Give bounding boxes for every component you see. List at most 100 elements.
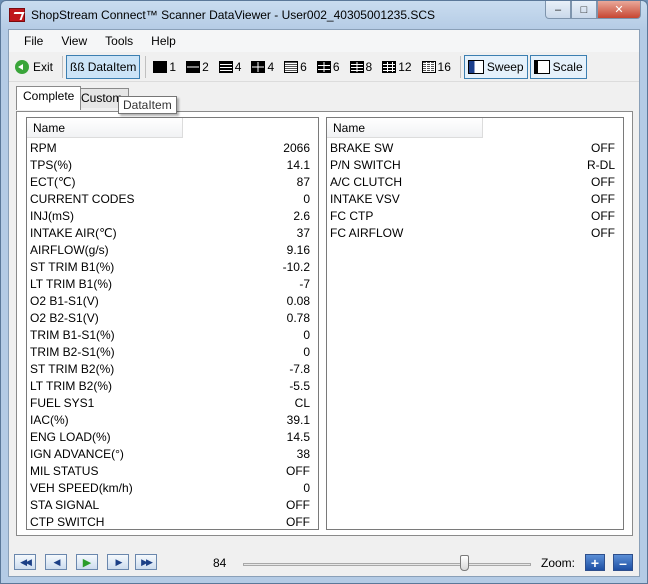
- tab-complete[interactable]: Complete: [16, 86, 82, 110]
- layout-6-grid-icon: [316, 60, 331, 73]
- data-row[interactable]: AIRFLOW(g/s) 9.16: [27, 242, 318, 259]
- maximize-button[interactable]: □: [571, 1, 597, 19]
- data-item-name: TPS(%): [30, 158, 72, 172]
- frame-slider-thumb[interactable]: [460, 555, 470, 571]
- sweep-label: Sweep: [486, 59, 524, 74]
- layout-4-grid-button[interactable]: 4: [247, 55, 278, 79]
- data-row[interactable]: P/N SWITCH R-DL: [327, 157, 623, 174]
- data-row[interactable]: TPS(%) 14.1: [27, 157, 318, 174]
- data-row[interactable]: IGN ADVANCE(°) 38: [27, 446, 318, 463]
- data-pane-left[interactable]: Name RPM 2066 TPS(%) 14.1 ECT(℃) 87 CURRENT CO…: [26, 117, 319, 530]
- data-row[interactable]: RPM 2066: [27, 140, 318, 157]
- prev-frame-button[interactable]: ◀: [45, 554, 67, 570]
- data-item-name: LT TRIM B1(%): [30, 277, 113, 291]
- dataitem-button[interactable]: ßß DataItem: [66, 54, 141, 79]
- layout-6-rows-icon: [284, 60, 299, 73]
- data-row[interactable]: LT TRIM B1(%) -7: [27, 276, 318, 293]
- layout-8-icon: [349, 60, 364, 73]
- close-button[interactable]: ✕: [597, 1, 641, 19]
- data-item-value: -5.5: [289, 379, 310, 393]
- minus-icon: –: [619, 554, 627, 571]
- tab-panel-complete: Name RPM 2066 TPS(%) 14.1 ECT(℃) 87 CURRENT CO…: [16, 111, 633, 536]
- data-row[interactable]: TRIM B1-S1(%) 0: [27, 327, 318, 344]
- layout-2-icon: [186, 60, 201, 73]
- data-row[interactable]: A/C CLUTCH OFF: [327, 174, 623, 191]
- exit-button[interactable]: Exit: [11, 55, 57, 79]
- menu-help[interactable]: Help: [142, 31, 185, 51]
- zoom-out-button[interactable]: –: [613, 554, 633, 571]
- layout-6-grid-button[interactable]: 6: [313, 55, 344, 79]
- play-icon: ▶: [82, 556, 92, 569]
- layout-2-label: 2: [202, 59, 209, 74]
- data-item-name: IAC(%): [30, 413, 69, 427]
- next-frame-button[interactable]: ▶: [107, 554, 129, 570]
- data-item-name: LT TRIM B2(%): [30, 379, 113, 393]
- last-frame-button[interactable]: ▶▶: [135, 554, 157, 570]
- dataitem-icon: ßß: [70, 59, 85, 74]
- play-button[interactable]: ▶: [76, 554, 98, 570]
- data-item-value: 14.1: [286, 158, 310, 172]
- zoom-in-button[interactable]: +: [585, 554, 605, 571]
- layout-2-button[interactable]: 2: [182, 55, 213, 79]
- data-row[interactable]: BRAKE SW OFF: [327, 140, 623, 157]
- data-row[interactable]: ST TRIM B2(%) -7.8: [27, 361, 318, 378]
- data-row[interactable]: CURRENT CODES 0: [27, 191, 318, 208]
- data-row[interactable]: INJ(mS) 2.6: [27, 208, 318, 225]
- title-bar[interactable]: ShopStream Connect™ Scanner DataViewer -…: [1, 1, 647, 29]
- data-row[interactable]: FC CTP OFF: [327, 208, 623, 225]
- data-row[interactable]: ECT(℃) 87: [27, 174, 318, 191]
- app-window: ShopStream Connect™ Scanner DataViewer -…: [0, 0, 648, 584]
- layout-8-button[interactable]: 8: [346, 55, 377, 79]
- data-row[interactable]: MIL STATUS OFF: [27, 463, 318, 480]
- layout-6-rows-button[interactable]: 6: [280, 55, 311, 79]
- zoom-label: Zoom:: [541, 556, 576, 570]
- data-row[interactable]: ENG LOAD(%) 14.5: [27, 429, 318, 446]
- data-row[interactable]: CTP SWITCH OFF: [27, 514, 318, 531]
- data-item-value: 0: [303, 192, 310, 206]
- data-row[interactable]: TRIM B2-S1(%) 0: [27, 344, 318, 361]
- first-frame-button[interactable]: ◀◀: [14, 554, 36, 570]
- data-item-value: 2066: [283, 141, 310, 155]
- data-item-value: -7.8: [289, 362, 310, 376]
- menu-bar: File View Tools Help: [9, 30, 639, 52]
- client-area: File View Tools Help Exit ßß DataItem 1 …: [8, 29, 640, 577]
- data-row[interactable]: FC AIRFLOW OFF: [327, 225, 623, 242]
- data-item-name: CURRENT CODES: [30, 192, 135, 206]
- data-row[interactable]: FUEL SYS1 CL: [27, 395, 318, 412]
- layout-16-button[interactable]: 16: [418, 55, 455, 79]
- data-item-value: -10.2: [282, 260, 310, 274]
- data-row[interactable]: INTAKE VSV OFF: [327, 191, 623, 208]
- data-row[interactable]: O2 B2-S1(V) 0.78: [27, 310, 318, 327]
- menu-view[interactable]: View: [52, 31, 96, 51]
- data-item-value: -7: [299, 277, 310, 291]
- data-item-value: OFF: [286, 464, 310, 478]
- layout-1-button[interactable]: 1: [149, 55, 180, 79]
- data-item-value: 39.1: [286, 413, 310, 427]
- data-row[interactable]: IAC(%) 39.1: [27, 412, 318, 429]
- data-row[interactable]: O2 B1-S1(V) 0.08: [27, 293, 318, 310]
- layout-4-rows-button[interactable]: 4: [215, 55, 246, 79]
- menu-tools[interactable]: Tools: [96, 31, 142, 51]
- sweep-button[interactable]: Sweep: [463, 54, 528, 79]
- minimize-button[interactable]: –: [545, 1, 571, 19]
- layout-8-label: 8: [365, 59, 373, 74]
- data-row[interactable]: ST TRIM B1(%) -10.2: [27, 259, 318, 276]
- data-item-name: STA SIGNAL: [30, 498, 100, 512]
- column-header-name[interactable]: Name: [327, 118, 483, 138]
- scale-button[interactable]: Scale: [529, 54, 587, 79]
- data-item-value: R-DL: [586, 158, 615, 172]
- exit-label: Exit: [33, 59, 54, 74]
- data-row[interactable]: STA SIGNAL OFF: [27, 497, 318, 514]
- data-pane-right[interactable]: Name BRAKE SW OFF P/N SWITCH R-DL A/C CLUTCH…: [326, 117, 624, 530]
- layout-12-icon: [382, 60, 397, 73]
- data-item-name: P/N SWITCH: [330, 158, 401, 172]
- column-header-name[interactable]: Name: [27, 118, 183, 138]
- data-row[interactable]: VEH SPEED(km/h) 0: [27, 480, 318, 497]
- data-item-value: 37: [296, 226, 310, 240]
- layout-12-button[interactable]: 12: [378, 55, 415, 79]
- sweep-icon: [467, 59, 484, 74]
- data-row[interactable]: LT TRIM B2(%) -5.5: [27, 378, 318, 395]
- frame-slider-track[interactable]: [243, 563, 531, 566]
- menu-file[interactable]: File: [15, 31, 52, 51]
- data-row[interactable]: INTAKE AIR(℃) 37: [27, 225, 318, 242]
